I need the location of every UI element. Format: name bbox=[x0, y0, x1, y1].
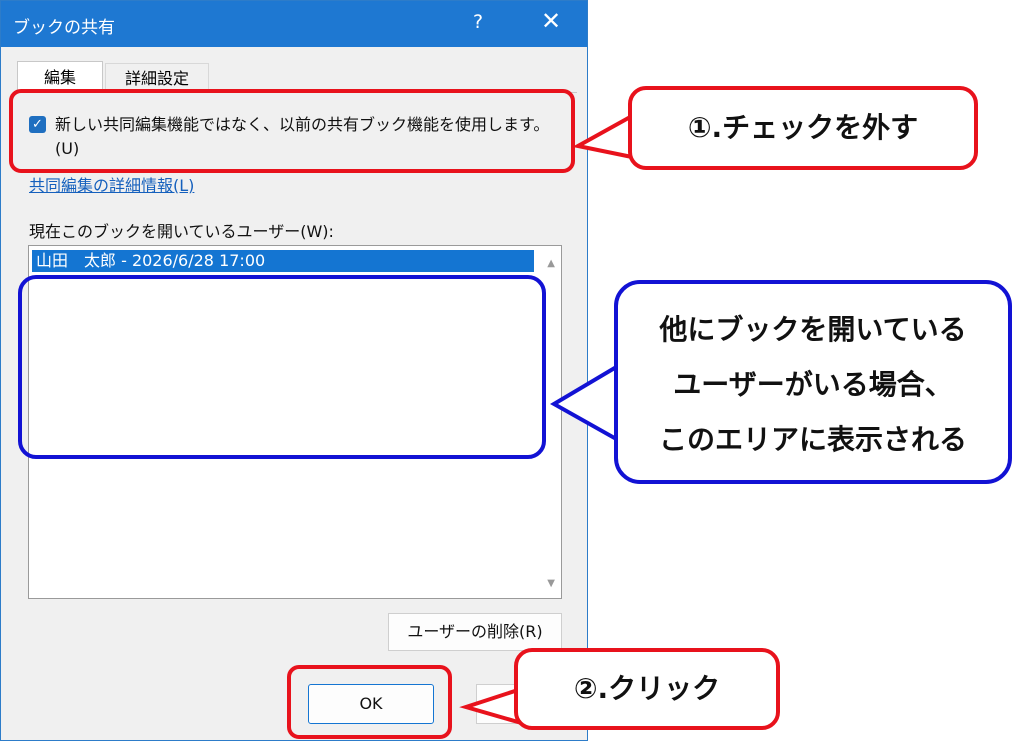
callout-user-area: 他にブックを開いている ユーザーがいる場合、 このエリアに表示される bbox=[614, 280, 1012, 484]
callout-line: 他にブックを開いている bbox=[659, 313, 967, 346]
callout-line: このエリアに表示される bbox=[658, 423, 967, 456]
callout-pointer-area bbox=[550, 362, 620, 444]
callout-pointer-click bbox=[459, 687, 520, 725]
callout-line: ユーザーがいる場合、 bbox=[673, 368, 953, 401]
callout-click: ②.クリック bbox=[514, 648, 780, 730]
callout-uncheck: ①.チェックを外す bbox=[628, 86, 978, 170]
callout-pointer-uncheck bbox=[572, 112, 634, 160]
